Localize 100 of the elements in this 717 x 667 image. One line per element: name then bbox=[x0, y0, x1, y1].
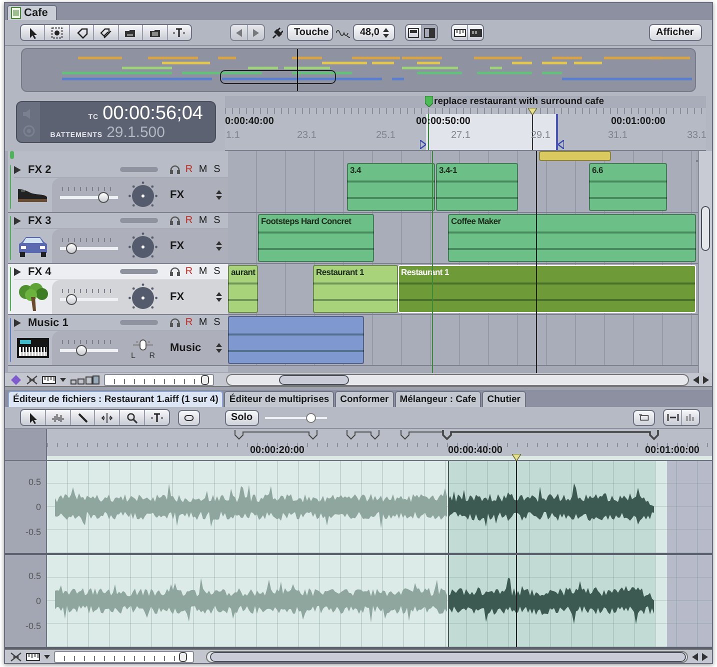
solo-button[interactable]: S bbox=[212, 164, 222, 175]
audio-clip[interactable] bbox=[539, 151, 611, 161]
track-height-icon[interactable] bbox=[70, 374, 100, 384]
link-button[interactable] bbox=[178, 410, 200, 426]
headphones-icon[interactable] bbox=[170, 318, 180, 327]
slider-thumb[interactable] bbox=[178, 652, 187, 662]
balance-slider[interactable]: L R bbox=[128, 336, 158, 360]
record-button[interactable]: R bbox=[184, 266, 194, 277]
caret-icon[interactable] bbox=[44, 654, 50, 658]
bus-menu[interactable]: FX bbox=[170, 291, 222, 303]
editor-tab[interactable]: Conformer bbox=[335, 391, 394, 407]
editor-ruler[interactable]: 00:00:20:00 00:00:40:00 00:01:00:00 bbox=[47, 429, 712, 460]
ruler-timecode: 00:00:40:00 bbox=[448, 445, 502, 456]
headphones-icon[interactable] bbox=[170, 267, 180, 276]
view-menu[interactable]: Afficher bbox=[649, 24, 702, 41]
mute-button[interactable]: M bbox=[198, 266, 208, 277]
scrollbar-thumb[interactable] bbox=[279, 374, 349, 384]
scrollbar-thumb[interactable] bbox=[701, 206, 710, 251]
ruler-icon[interactable] bbox=[42, 376, 56, 384]
clip-label: 3.4 bbox=[350, 165, 361, 175]
pan-knob[interactable] bbox=[128, 283, 158, 311]
disclosure-triangle-icon[interactable] bbox=[14, 216, 21, 224]
document-tab[interactable]: Cafe bbox=[7, 5, 57, 20]
audio-clip[interactable]: Restaurant 1 bbox=[313, 265, 398, 313]
bus-menu[interactable]: FX bbox=[170, 189, 222, 201]
right-arrow-icon[interactable] bbox=[702, 652, 708, 660]
slider-thumb[interactable] bbox=[76, 345, 87, 356]
solo-button[interactable]: Solo bbox=[225, 410, 259, 426]
slider-thumb[interactable] bbox=[98, 192, 109, 203]
vertical-scrollbar[interactable] bbox=[698, 151, 712, 373]
marker-flag-icon[interactable] bbox=[425, 96, 433, 107]
bus-menu[interactable]: Music bbox=[170, 342, 222, 354]
track-header[interactable]: FX 3 R M S FX bbox=[8, 213, 228, 263]
audio-clip[interactable]: aurant bbox=[228, 265, 258, 313]
clip-label: aurant bbox=[231, 267, 256, 277]
track-name: FX 2 bbox=[28, 164, 52, 176]
waveform-icon bbox=[52, 412, 64, 424]
slider-thumb[interactable] bbox=[306, 412, 316, 422]
view-button[interactable] bbox=[467, 25, 483, 40]
snap-mode-menu[interactable]: Touche bbox=[287, 24, 333, 41]
caret-icon[interactable] bbox=[60, 378, 66, 382]
audio-clip[interactable] bbox=[228, 316, 364, 364]
zoom-slider[interactable] bbox=[104, 374, 214, 386]
solo-button[interactable]: S bbox=[212, 317, 222, 328]
mute-button[interactable]: M bbox=[198, 164, 208, 175]
track-meter bbox=[120, 218, 158, 223]
fit-icon bbox=[666, 413, 678, 422]
audio-clip[interactable]: 3.4 bbox=[347, 163, 435, 211]
editor-tab[interactable]: Éditeur de multiprises bbox=[224, 391, 334, 407]
view-button[interactable] bbox=[421, 25, 437, 40]
document-icon bbox=[11, 7, 21, 19]
visible-area-frame[interactable] bbox=[220, 70, 336, 84]
zoom-slider[interactable] bbox=[54, 650, 194, 662]
slider-thumb[interactable] bbox=[66, 243, 78, 254]
pan-knob[interactable] bbox=[128, 232, 158, 260]
audio-clip[interactable]: Coffee Maker bbox=[448, 214, 696, 262]
audio-clip[interactable]: 3.4-1 bbox=[436, 163, 518, 211]
link-icon bbox=[184, 414, 194, 422]
editor-tab[interactable]: Éditeur de fichiers : Restaurant 1.aiff (1 sur 4) bbox=[8, 391, 224, 407]
slider-thumb[interactable] bbox=[201, 374, 210, 384]
cycle-end-marker[interactable] bbox=[558, 140, 564, 149]
snap-icon[interactable] bbox=[26, 374, 38, 384]
horizontal-scrollbar[interactable] bbox=[226, 374, 689, 386]
double-tag-icon bbox=[100, 26, 112, 38]
left-arrow-icon[interactable] bbox=[693, 376, 699, 384]
disclosure-triangle-icon[interactable] bbox=[14, 166, 21, 174]
track-name: Music 1 bbox=[28, 316, 68, 328]
ruler-icon[interactable] bbox=[26, 652, 40, 660]
snap-icon[interactable] bbox=[10, 652, 22, 662]
track-name: FX 4 bbox=[28, 266, 52, 278]
solo-button[interactable]: S bbox=[212, 215, 222, 226]
headphones-icon[interactable] bbox=[170, 216, 180, 225]
right-arrow-icon bbox=[253, 28, 259, 36]
slider-thumb[interactable] bbox=[66, 294, 78, 305]
track-header[interactable]: FX 2 R M S FX bbox=[8, 162, 228, 212]
headphones-icon[interactable] bbox=[170, 165, 180, 174]
audio-clip[interactable]: 6.6 bbox=[589, 163, 667, 211]
timecode-value: 00:00:56;04 bbox=[102, 104, 203, 124]
solo-button[interactable]: S bbox=[212, 266, 222, 277]
mute-button[interactable]: M bbox=[198, 317, 208, 328]
track-header[interactable]: FX 4 R M S FX bbox=[8, 264, 228, 314]
audio-clip[interactable]: Footsteps Hard Concret bbox=[258, 214, 374, 262]
mute-button[interactable]: M bbox=[198, 215, 208, 226]
editor-tab[interactable]: Chutier bbox=[482, 391, 526, 407]
snap-value-field[interactable]: 48,0 bbox=[353, 24, 395, 41]
right-arrow-icon[interactable] bbox=[703, 376, 709, 384]
scrollbar-thumb[interactable] bbox=[210, 652, 686, 662]
pan-knob[interactable] bbox=[128, 181, 158, 209]
disclosure-triangle-icon[interactable] bbox=[14, 318, 21, 326]
cycle-start-marker[interactable] bbox=[420, 140, 426, 149]
tree-icon bbox=[16, 283, 50, 311]
plug-icon[interactable] bbox=[271, 26, 283, 38]
track-header[interactable]: Music 1 R M S L R Music bbox=[8, 315, 228, 365]
bus-menu[interactable]: FX bbox=[170, 240, 222, 252]
view-button[interactable] bbox=[406, 25, 421, 40]
editor-tab[interactable]: Mélangeur : Cafe bbox=[394, 391, 482, 407]
horizontal-scrollbar[interactable] bbox=[206, 650, 688, 662]
left-arrow-icon[interactable] bbox=[692, 652, 698, 660]
disclosure-triangle-icon[interactable] bbox=[14, 268, 21, 276]
view-button[interactable] bbox=[633, 410, 655, 426]
